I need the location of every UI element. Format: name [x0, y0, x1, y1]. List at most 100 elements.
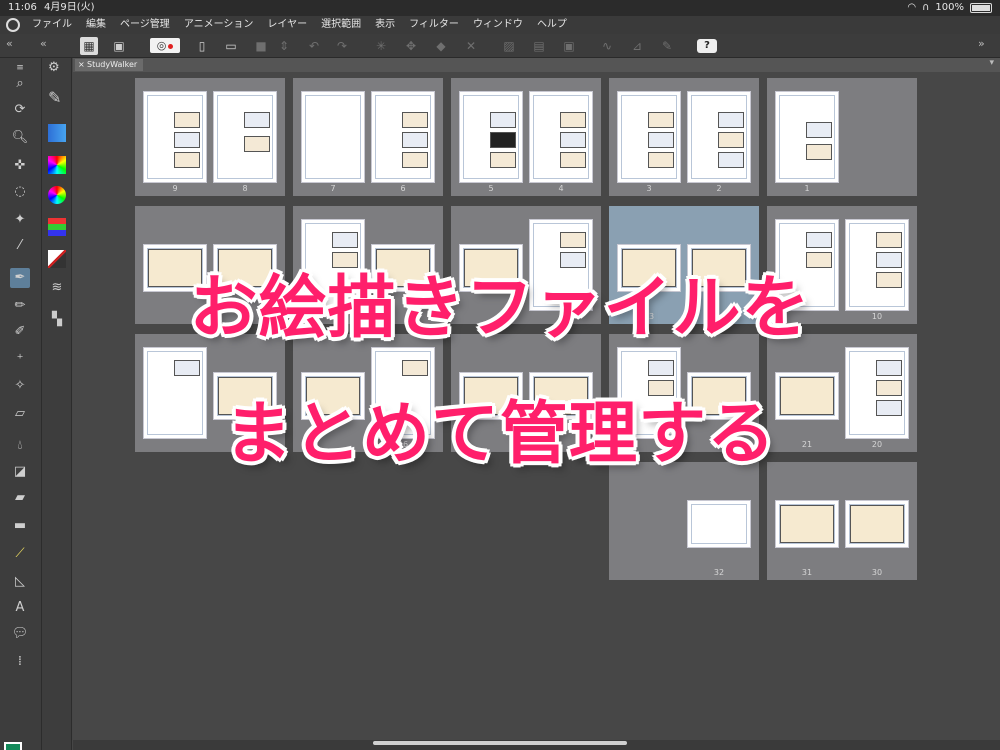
menu-page-management[interactable]: ページ管理: [120, 16, 170, 34]
menu-layer[interactable]: レイヤー: [267, 16, 307, 34]
menu-animation[interactable]: アニメーション: [184, 16, 254, 34]
page-thumbnail[interactable]: [213, 91, 277, 183]
ruler-icon[interactable]: ∿: [598, 37, 616, 55]
headphones-icon: ∩: [922, 2, 930, 13]
page-number: 9: [172, 184, 178, 193]
page-thumbnail[interactable]: [687, 91, 751, 183]
deselect-icon[interactable]: ▨: [500, 37, 518, 55]
main-color-swatch[interactable]: [4, 742, 22, 750]
color-wheel-icon[interactable]: [48, 186, 66, 204]
selection-icon[interactable]: ▣: [560, 37, 578, 55]
page-thumbnail[interactable]: [459, 91, 523, 183]
page-thumbnail[interactable]: [301, 91, 365, 183]
clear-icon[interactable]: ✳: [372, 37, 390, 55]
page-thumbnail[interactable]: [775, 500, 839, 548]
page-number: 1: [804, 184, 810, 193]
save-icon[interactable]: ■: [252, 37, 270, 55]
wifi-icon: ◠: [907, 2, 917, 13]
page-number: 4: [558, 184, 564, 193]
battery-icon: [970, 3, 992, 13]
app-logo-icon[interactable]: [6, 18, 20, 32]
page-number: 3: [646, 184, 652, 193]
page-thumbnail[interactable]: [775, 91, 839, 183]
page-number: 5: [488, 184, 494, 193]
perspective-icon[interactable]: ⊿: [628, 37, 646, 55]
help-icon[interactable]: ?: [697, 39, 717, 53]
spread-32[interactable]: 32: [609, 462, 759, 580]
headline-line-2: まとめて管理する: [223, 395, 776, 474]
page-number: 2: [716, 184, 722, 193]
menu-filter[interactable]: フィルター: [409, 16, 459, 34]
redo-icon[interactable]: ↷: [333, 37, 351, 55]
lasso-icon[interactable]: ◌: [10, 182, 30, 202]
menu-selection[interactable]: 選択範囲: [321, 16, 361, 34]
color-set-icon[interactable]: [48, 156, 66, 174]
move-icon[interactable]: ✜: [10, 156, 30, 176]
grid-view-icon[interactable]: ▦: [80, 37, 98, 55]
text-tool-icon[interactable]: A: [10, 598, 30, 618]
page-number: 30: [871, 568, 883, 577]
spread-1[interactable]: 1: [767, 78, 917, 196]
magnify-icon[interactable]: 🔍︎: [10, 128, 30, 148]
page-thumbnail[interactable]: [617, 91, 681, 183]
gradient-icon[interactable]: ▰: [10, 488, 30, 508]
airbrush-icon[interactable]: ⁺: [10, 350, 30, 370]
page-number: 31: [801, 568, 813, 577]
intermediate-color-icon[interactable]: [48, 218, 66, 236]
menu-file[interactable]: ファイル: [32, 16, 72, 34]
spinner-icon[interactable]: ⇕: [275, 37, 293, 55]
menu-view[interactable]: 表示: [375, 16, 395, 34]
status-time: 11:06: [8, 2, 37, 13]
spread-31-30[interactable]: 31 30: [767, 462, 917, 580]
document-tab[interactable]: StudyWalker: [75, 59, 144, 71]
rotate-icon[interactable]: ⟳: [10, 100, 30, 120]
open-file-icon[interactable]: ▭: [222, 37, 240, 55]
page-thumbnail[interactable]: [845, 500, 909, 548]
tab-menu-icon[interactable]: ▾: [989, 58, 994, 68]
home-indicator[interactable]: [373, 741, 627, 745]
wand-icon[interactable]: ✦: [10, 210, 30, 230]
document-tab-bar: StudyWalker ▾: [73, 58, 1000, 72]
spread-9-8[interactable]: 9 8: [135, 78, 285, 196]
balloon-icon[interactable]: 💬︎: [10, 624, 30, 644]
figure-icon[interactable]: ▬: [10, 516, 30, 536]
invert-icon[interactable]: ▤: [530, 37, 548, 55]
ruler-tool-icon[interactable]: ◺: [10, 572, 30, 592]
collapse-left-icon[interactable]: «: [40, 37, 47, 50]
collapse-left-icon[interactable]: «: [6, 37, 13, 50]
menu-window[interactable]: ウィンドウ: [473, 16, 523, 34]
battery-percent: 100%: [935, 2, 964, 13]
correct-line-icon[interactable]: ⁞: [10, 652, 30, 672]
zoom-icon[interactable]: ⌕: [10, 74, 30, 94]
new-file-icon[interactable]: ▯: [193, 37, 211, 55]
subtool-icon[interactable]: ✎: [48, 88, 66, 107]
page-thumbnail[interactable]: [529, 91, 593, 183]
status-date: 4月9日(火): [44, 2, 95, 13]
color-slider-icon[interactable]: [48, 124, 66, 142]
fill-icon[interactable]: ◆: [432, 37, 450, 55]
clip-studio-icon[interactable]: ◎: [150, 38, 180, 53]
transform-icon[interactable]: ✥: [402, 37, 420, 55]
menu-edit[interactable]: 編集: [86, 16, 106, 34]
page-thumbnail[interactable]: [687, 500, 751, 548]
spread-3-2[interactable]: 3 2: [609, 78, 759, 196]
page-thumbnail[interactable]: [371, 91, 435, 183]
app-window: 11:06 4月9日(火) ◠ ∩ 100% ファイル 編集 ページ管理 アニメ…: [0, 0, 1000, 750]
pen-icon[interactable]: ✎: [658, 37, 676, 55]
status-bar: 11:06 4月9日(火) ◠ ∩ 100%: [0, 0, 1000, 16]
collapse-right-icon[interactable]: »: [978, 37, 985, 50]
tool-property-icon[interactable]: ⚙: [48, 60, 66, 78]
page-number: 32: [713, 568, 725, 577]
spread-5-4[interactable]: 5 4: [451, 78, 601, 196]
undo-icon[interactable]: ↶: [305, 37, 323, 55]
line-icon[interactable]: ⟋: [10, 544, 30, 564]
command-bar: « « ▦ ▣ ◎ ▯ ▭ ■ ⇕ ↶ ↷ ✳ ✥ ◆ ✕ ▨ ▤ ▣ ∿ ⊿ …: [0, 34, 1000, 58]
menu-help[interactable]: ヘルプ: [537, 16, 567, 34]
page-number: 7: [330, 184, 336, 193]
page-settings-icon[interactable]: ▣: [110, 37, 128, 55]
spread-7-6[interactable]: 7 6: [293, 78, 443, 196]
page-thumbnail[interactable]: [143, 91, 207, 183]
crop-icon[interactable]: ✕: [462, 37, 480, 55]
page-number: 6: [400, 184, 406, 193]
menu-bar: ファイル 編集 ページ管理 アニメーション レイヤー 選択範囲 表示 フィルター…: [0, 16, 1000, 34]
